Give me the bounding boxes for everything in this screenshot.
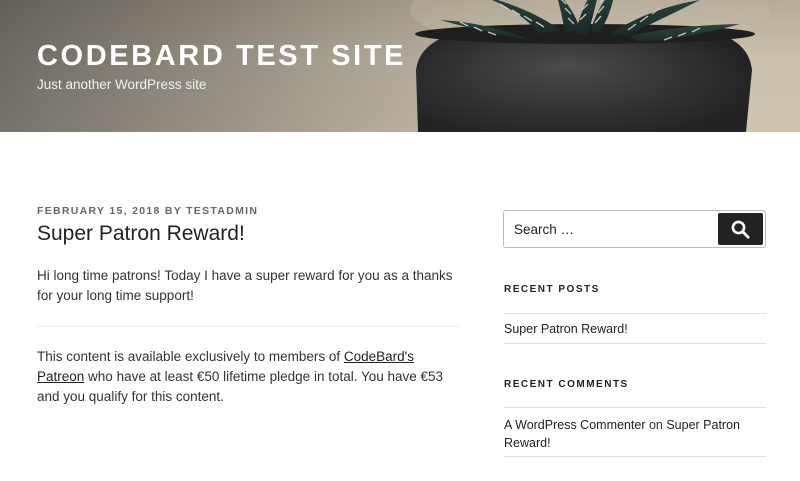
post-paragraph-intro: Hi long time patrons! Today I have a sup…: [37, 268, 453, 303]
post-author-link[interactable]: TESTADMIN: [186, 205, 258, 217]
recent-comments-divider-bottom: [504, 456, 766, 457]
search-form: [503, 210, 766, 248]
site-title[interactable]: CODEBARD TEST SITE: [37, 40, 406, 73]
access-text-after: who have at least €50 lifetime pledge in…: [37, 369, 444, 404]
post-divider: [37, 326, 459, 327]
comment-on-label: on: [645, 418, 667, 432]
recent-comment-item: A WordPress Commenter on Super Patron Re…: [504, 416, 744, 452]
post-by-label: BY: [164, 205, 182, 217]
access-text-before: This content is available exclusively to…: [37, 349, 344, 364]
recent-post-link[interactable]: Super Patron Reward!: [504, 322, 628, 336]
recent-comments-title: RECENT COMMENTS: [504, 379, 629, 390]
search-input[interactable]: [504, 211, 718, 247]
site-header: CODEBARD TEST SITE Just another WordPres…: [0, 0, 800, 132]
post-paragraph-access: This content is available exclusively to…: [37, 347, 457, 407]
recent-comments-divider-top: [504, 407, 766, 408]
recent-posts-title: RECENT POSTS: [504, 284, 600, 295]
commenter-link[interactable]: A WordPress Commenter: [504, 418, 645, 432]
search-icon: [731, 220, 750, 239]
site-tagline: Just another WordPress site: [37, 77, 207, 92]
post-meta: FEBRUARY 15, 2018 BY TESTADMIN: [37, 205, 258, 217]
recent-posts-divider-bottom: [504, 343, 766, 344]
post-title: Super Patron Reward!: [37, 222, 245, 245]
search-button[interactable]: [718, 213, 763, 245]
recent-posts-divider-top: [504, 313, 766, 314]
post-date-link[interactable]: FEBRUARY 15, 2018: [37, 205, 161, 217]
